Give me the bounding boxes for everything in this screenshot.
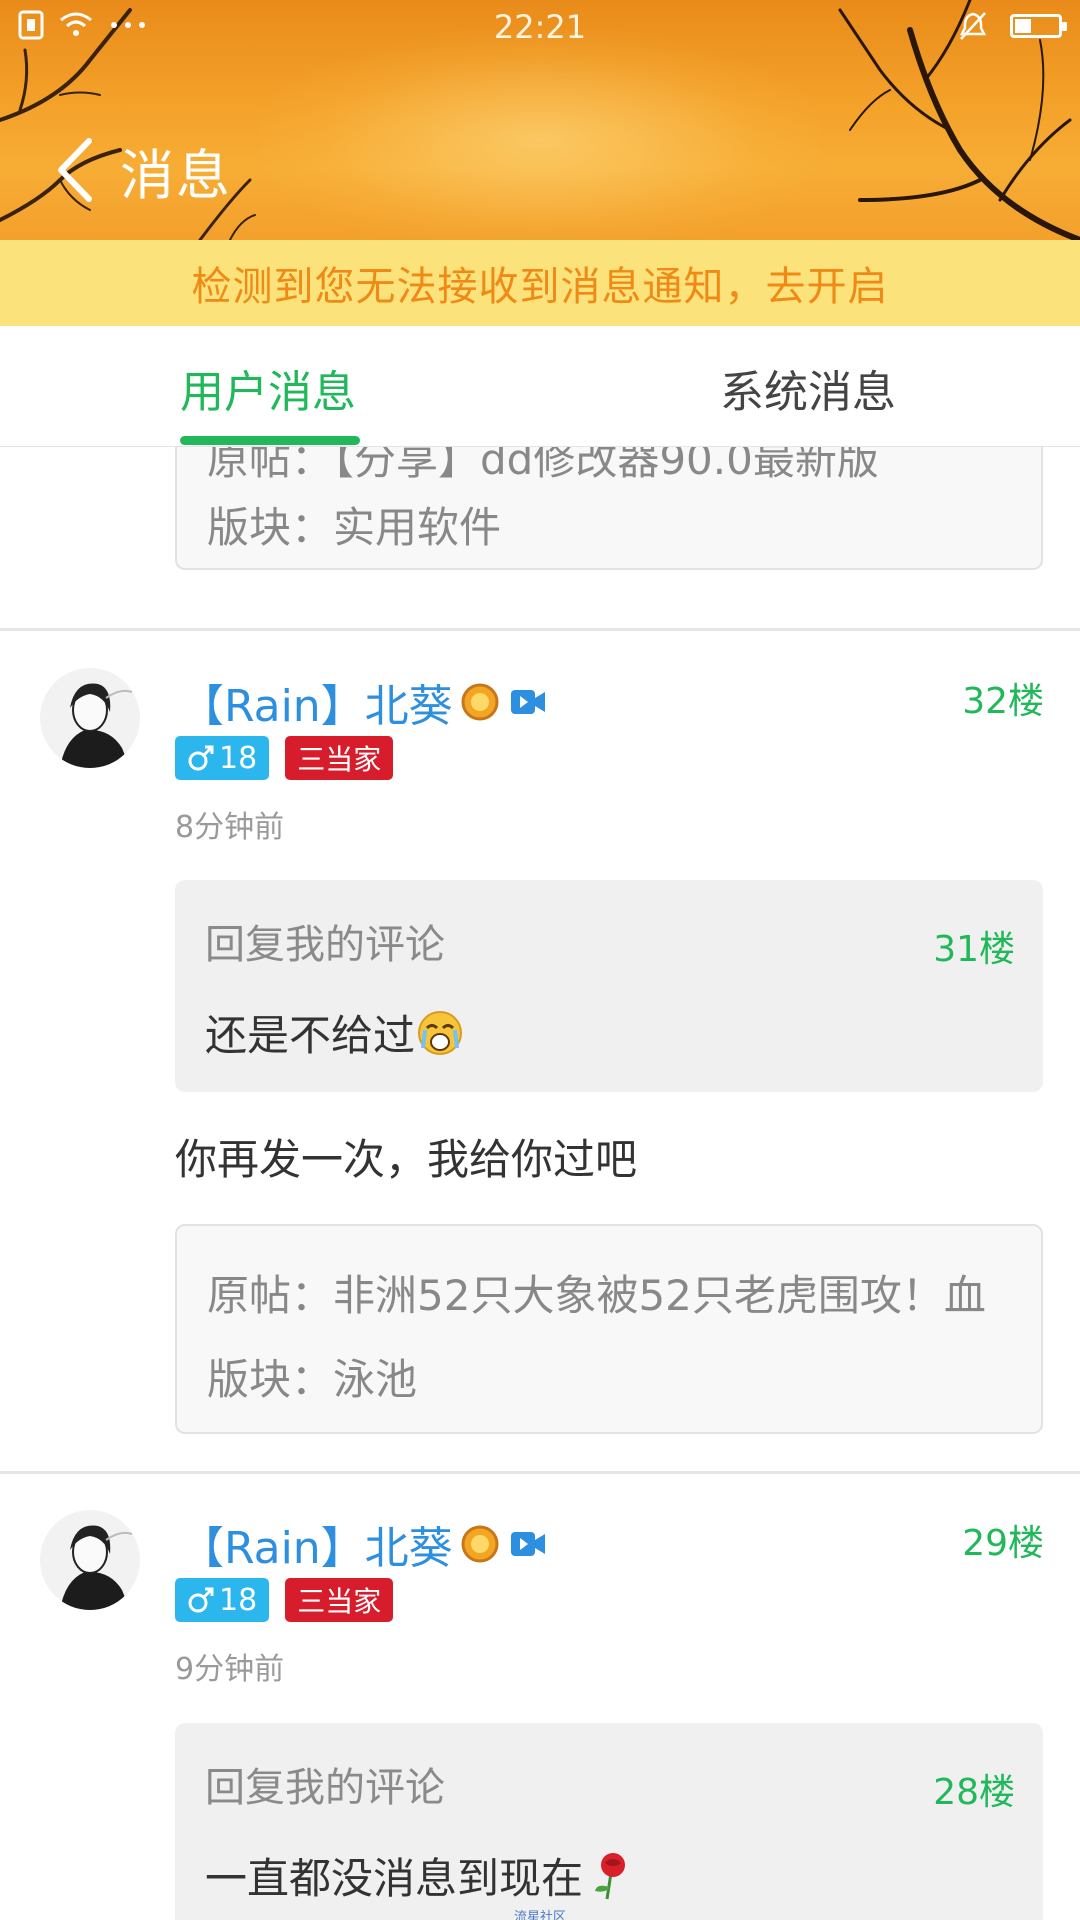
reply-label: 回复我的评论 (205, 1765, 445, 1811)
quoted-reply[interactable]: 回复我的评论 28楼 一直都没消息到现在 (175, 1723, 1043, 1920)
back-button[interactable] (40, 130, 110, 210)
avatar-image (40, 1510, 140, 1610)
reply-floor-number: 28楼 (933, 1772, 1015, 1813)
reply-floor-number: 31楼 (933, 929, 1015, 970)
chevron-left-icon (58, 138, 92, 202)
time-ago: 9分钟前 (175, 1652, 285, 1687)
floor-number: 32楼 (962, 681, 1044, 722)
time-ago: 8分钟前 (175, 810, 285, 845)
comment-text: 你再发一次，我给你过吧 (175, 1135, 638, 1184)
header: 22:21 消息 (0, 0, 1080, 240)
notification-permission-banner[interactable]: 检测到您无法接收到消息通知，去开启 (0, 240, 1080, 326)
user-badges: 18 三当家 (175, 1578, 394, 1622)
floor-number: 29楼 (962, 1523, 1044, 1564)
medal-icon (461, 683, 499, 721)
reply-text: 一直都没消息到现在 (205, 1845, 635, 1906)
status-bar: 22:21 (0, 0, 1080, 56)
rank-badge: 三当家 (285, 1578, 394, 1622)
watermark-text: 流星社区 (513, 1910, 566, 1920)
avatar-image (40, 668, 140, 768)
reply-text: 还是不给过 (205, 1002, 465, 1063)
avatar[interactable] (40, 668, 140, 768)
original-post-card[interactable]: 原帖：非洲52只大象被52只老虎围攻！血 版块：泳池 (175, 1224, 1043, 1434)
status-time: 22:21 (493, 8, 587, 46)
video-badge-icon (510, 1532, 545, 1556)
video-badge-icon (510, 690, 545, 714)
bell-muted-icon (959, 12, 987, 40)
gender-level-badge: 18 (175, 736, 270, 780)
tab-user-messages[interactable]: 用户消息 (180, 356, 356, 420)
active-tab-indicator (180, 436, 360, 445)
messages-screen: 22:21 消息 检测到您无法接收到消息通知，去开启 用户消息 系统消息 原帖：… (0, 0, 1080, 1920)
tab-system-messages[interactable]: 系统消息 (720, 356, 896, 420)
quoted-reply[interactable]: 回复我的评论 31楼 还是不给过 (175, 880, 1043, 1092)
username[interactable]: 【Rain】北葵 (180, 1512, 547, 1576)
original-post-title: 原帖：【分享】dd修改器90.0最新版 (207, 446, 879, 484)
battery-icon (1010, 14, 1067, 38)
original-post-card[interactable]: 原帖：【分享】dd修改器90.0最新版 版块：实用软件 (175, 446, 1043, 570)
message-list[interactable]: 原帖：【分享】dd修改器90.0最新版 版块：实用软件 【Rain】北葵 32楼… (0, 446, 1080, 1920)
reply-label: 回复我的评论 (205, 922, 445, 968)
user-badges: 18 三当家 (175, 736, 394, 780)
rank-badge: 三当家 (285, 736, 394, 780)
crying-emoji-icon (418, 1010, 463, 1055)
board-name: 版块：泳池 (207, 1355, 418, 1404)
original-post-title: 原帖：非洲52只大象被52只老虎围攻！血 (207, 1271, 986, 1320)
board-name: 版块：实用软件 (207, 503, 502, 552)
tab-bar: 用户消息 系统消息 (0, 326, 1080, 447)
divider (0, 1471, 1080, 1474)
avatar[interactable] (40, 1510, 140, 1610)
male-icon (188, 745, 214, 771)
male-icon (188, 1587, 214, 1613)
gender-level-badge: 18 (175, 1578, 270, 1622)
page-title: 消息 (120, 143, 232, 207)
divider (0, 628, 1080, 631)
medal-icon (461, 1525, 499, 1563)
rose-emoji-icon (595, 1852, 626, 1899)
username[interactable]: 【Rain】北葵 (180, 670, 547, 734)
